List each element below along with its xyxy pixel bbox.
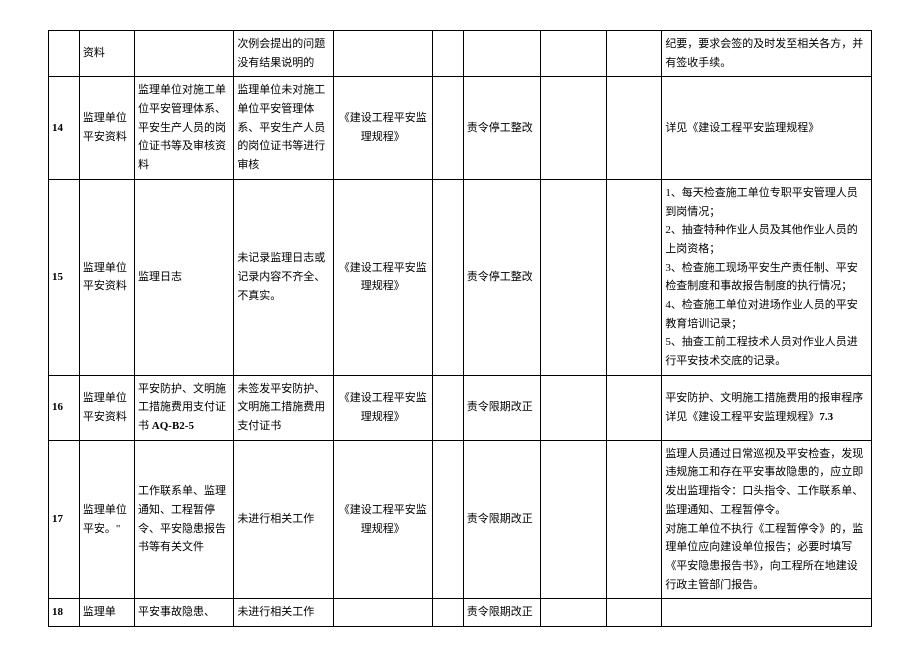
cell-item: 监理单位对施工单位平安管理体系、平安生产人员的岗位证书等及审核资料 bbox=[135, 77, 234, 179]
cell-action: 责令停工整改 bbox=[463, 77, 540, 179]
cell-ref: 《建设工程平安监理规程》 bbox=[333, 440, 432, 599]
cell-blank1 bbox=[432, 599, 463, 627]
cell-num: 18 bbox=[49, 599, 80, 627]
cell-ref: 《建设工程平安监理规程》 bbox=[333, 179, 432, 375]
cell-action: 责令限期改正 bbox=[463, 440, 540, 599]
cell-num bbox=[49, 31, 80, 77]
cell-action: 责令限期改正 bbox=[463, 599, 540, 627]
cell-blank2 bbox=[540, 77, 606, 179]
cell-num: 14 bbox=[49, 77, 80, 179]
cell-desc: 未进行相关工作 bbox=[234, 440, 333, 599]
cell-cat: 监理单 bbox=[79, 599, 134, 627]
cell-cat: 监理单位平安。" bbox=[79, 440, 134, 599]
cell-blank1 bbox=[432, 440, 463, 599]
cell-desc: 次例会提出的问题没有结果说明的 bbox=[234, 31, 333, 77]
cell-note bbox=[662, 599, 872, 627]
cell-blank2 bbox=[540, 375, 606, 440]
cell-blank3 bbox=[607, 77, 662, 179]
cell-num: 16 bbox=[49, 375, 80, 440]
cell-action: 责令停工整改 bbox=[463, 179, 540, 375]
cell-desc: 未进行相关工作 bbox=[234, 599, 333, 627]
cell-item: 监理日志 bbox=[135, 179, 234, 375]
cell-blank3 bbox=[607, 375, 662, 440]
cell-blank1 bbox=[432, 77, 463, 179]
regulation-table: 资料 次例会提出的问题没有结果说明的 纪要，要求会签的及时发至相关各方，并有签收… bbox=[48, 30, 872, 627]
cell-desc: 未签发平安防护、文明施工措施费用支付证书 bbox=[234, 375, 333, 440]
cell-desc: 监理单位未对施工单位平安管理体系、平安生产人员的岗位证书等进行审核 bbox=[234, 77, 333, 179]
cell-blank2 bbox=[540, 31, 606, 77]
cell-item: 平安事故隐患、 bbox=[135, 599, 234, 627]
cell-action: 责令限期改正 bbox=[463, 375, 540, 440]
cell-item: 平安防护、文明施工措施费用支付证书 AQ-B2-5 bbox=[135, 375, 234, 440]
cell-action bbox=[463, 31, 540, 77]
cell-blank2 bbox=[540, 599, 606, 627]
cell-blank3 bbox=[607, 599, 662, 627]
cell-ref bbox=[333, 31, 432, 77]
cell-blank2 bbox=[540, 440, 606, 599]
table-row: 17 监理单位平安。" 工作联系单、监理通知、工程暂停令、平安隐患报告书等有关文… bbox=[49, 440, 872, 599]
cell-note: 1、每天检查施工单位专职平安管理人员到岗情况； 2、抽查特种作业人员及其他作业人… bbox=[662, 179, 872, 375]
cell-note: 监理人员通过日常巡视及平安检查，发现违规施工和存在平安事故隐患的，应立即发出监理… bbox=[662, 440, 872, 599]
cell-cat: 监理单位平安资料 bbox=[79, 77, 134, 179]
table-row: 15 监理单位平安资料 监理日志 未记录监理日志或记录内容不齐全、不真实。 《建… bbox=[49, 179, 872, 375]
cell-cat: 资料 bbox=[79, 31, 134, 77]
cell-blank2 bbox=[540, 179, 606, 375]
cell-note: 纪要，要求会签的及时发至相关各方，并有签收手续。 bbox=[662, 31, 872, 77]
cell-desc: 未记录监理日志或记录内容不齐全、不真实。 bbox=[234, 179, 333, 375]
cell-num: 15 bbox=[49, 179, 80, 375]
table-row: 14 监理单位平安资料 监理单位对施工单位平安管理体系、平安生产人员的岗位证书等… bbox=[49, 77, 872, 179]
cell-blank1 bbox=[432, 31, 463, 77]
cell-cat: 监理单位平安资料 bbox=[79, 375, 134, 440]
cell-ref: 《建设工程平安监理规程》 bbox=[333, 375, 432, 440]
cell-item: 工作联系单、监理通知、工程暂停令、平安隐患报告书等有关文件 bbox=[135, 440, 234, 599]
cell-blank1 bbox=[432, 375, 463, 440]
cell-num: 17 bbox=[49, 440, 80, 599]
cell-blank3 bbox=[607, 440, 662, 599]
cell-blank3 bbox=[607, 179, 662, 375]
cell-ref bbox=[333, 599, 432, 627]
cell-blank3 bbox=[607, 31, 662, 77]
table-row: 16 监理单位平安资料 平安防护、文明施工措施费用支付证书 AQ-B2-5 未签… bbox=[49, 375, 872, 440]
cell-ref: 《建设工程平安监理规程》 bbox=[333, 77, 432, 179]
table-row: 18 监理单 平安事故隐患、 未进行相关工作 责令限期改正 bbox=[49, 599, 872, 627]
cell-cat: 监理单位平安资料 bbox=[79, 179, 134, 375]
cell-item bbox=[135, 31, 234, 77]
cell-note: 详见《建设工程平安监理规程》 bbox=[662, 77, 872, 179]
cell-blank1 bbox=[432, 179, 463, 375]
table-row: 资料 次例会提出的问题没有结果说明的 纪要，要求会签的及时发至相关各方，并有签收… bbox=[49, 31, 872, 77]
cell-note: 平安防护、文明施工措施费用的报审程序详见《建设工程平安监理规程》7.3 bbox=[662, 375, 872, 440]
